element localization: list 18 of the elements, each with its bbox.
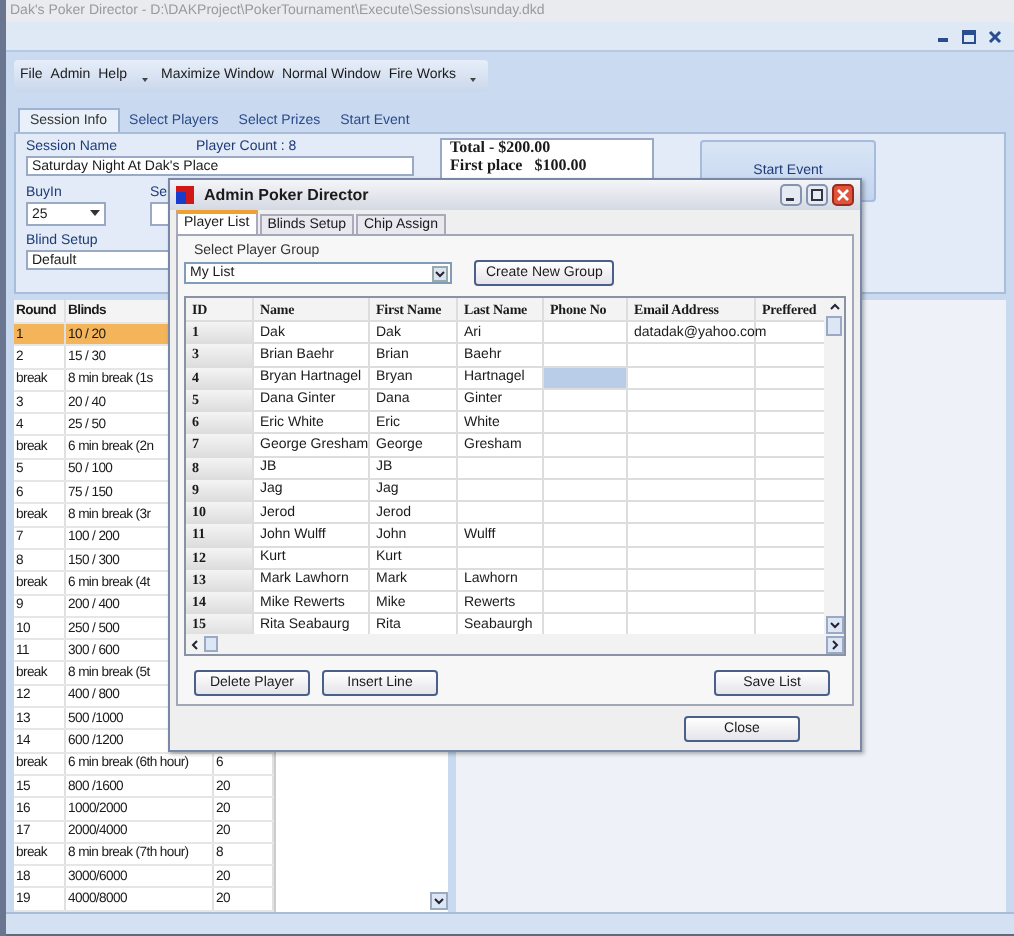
scroll-thumb[interactable] bbox=[204, 636, 218, 652]
scroll-down-icon[interactable] bbox=[430, 892, 448, 910]
scroll-right-icon[interactable] bbox=[826, 635, 844, 653]
total-line: Total - $200.00 bbox=[450, 138, 551, 156]
dialog-title: Admin Poker Director bbox=[204, 186, 369, 204]
maximize-icon[interactable] bbox=[962, 29, 976, 43]
scroll-thumb[interactable] bbox=[826, 316, 842, 336]
scroll-left-icon[interactable] bbox=[186, 635, 204, 653]
dropdown-arrow-icon bbox=[90, 210, 100, 218]
close-icon[interactable] bbox=[988, 29, 1002, 43]
total-line: First place $100.00 bbox=[450, 155, 587, 173]
scroll-down-icon[interactable] bbox=[825, 616, 843, 634]
minimize-icon[interactable] bbox=[780, 184, 802, 206]
dropdown-arrow-icon bbox=[432, 265, 448, 281]
selected-cell[interactable] bbox=[544, 367, 628, 388]
app-icon bbox=[176, 186, 194, 204]
close-icon[interactable] bbox=[832, 184, 854, 206]
maximize-icon[interactable] bbox=[806, 184, 828, 206]
